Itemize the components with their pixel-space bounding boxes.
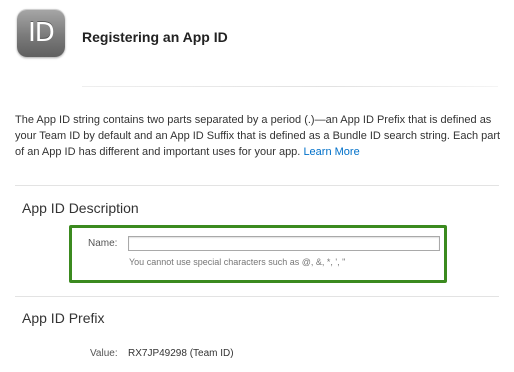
app-id-description-heading: App ID Description [22,200,139,216]
prefix-value: RX7JP49298 (Team ID) [128,348,234,359]
page-title: Registering an App ID [82,29,228,45]
learn-more-link[interactable]: Learn More [303,146,359,158]
section-divider-prefix [15,296,499,297]
register-app-id-page: ID Registering an App ID The App ID stri… [0,0,514,372]
name-input[interactable] [128,236,440,251]
app-id-icon: ID [17,9,65,57]
name-hint: You cannot use special characters such a… [129,257,346,267]
app-id-icon-label: ID [28,18,55,48]
prefix-value-label: Value: [90,348,118,359]
name-field-highlight [69,225,447,283]
section-divider-description [15,185,499,186]
intro-paragraph: The App ID string contains two parts sep… [15,112,510,160]
header-divider [82,86,498,87]
intro-text: The App ID string contains two parts sep… [15,114,501,158]
name-label: Name: [88,238,118,249]
app-id-prefix-heading: App ID Prefix [22,310,105,326]
